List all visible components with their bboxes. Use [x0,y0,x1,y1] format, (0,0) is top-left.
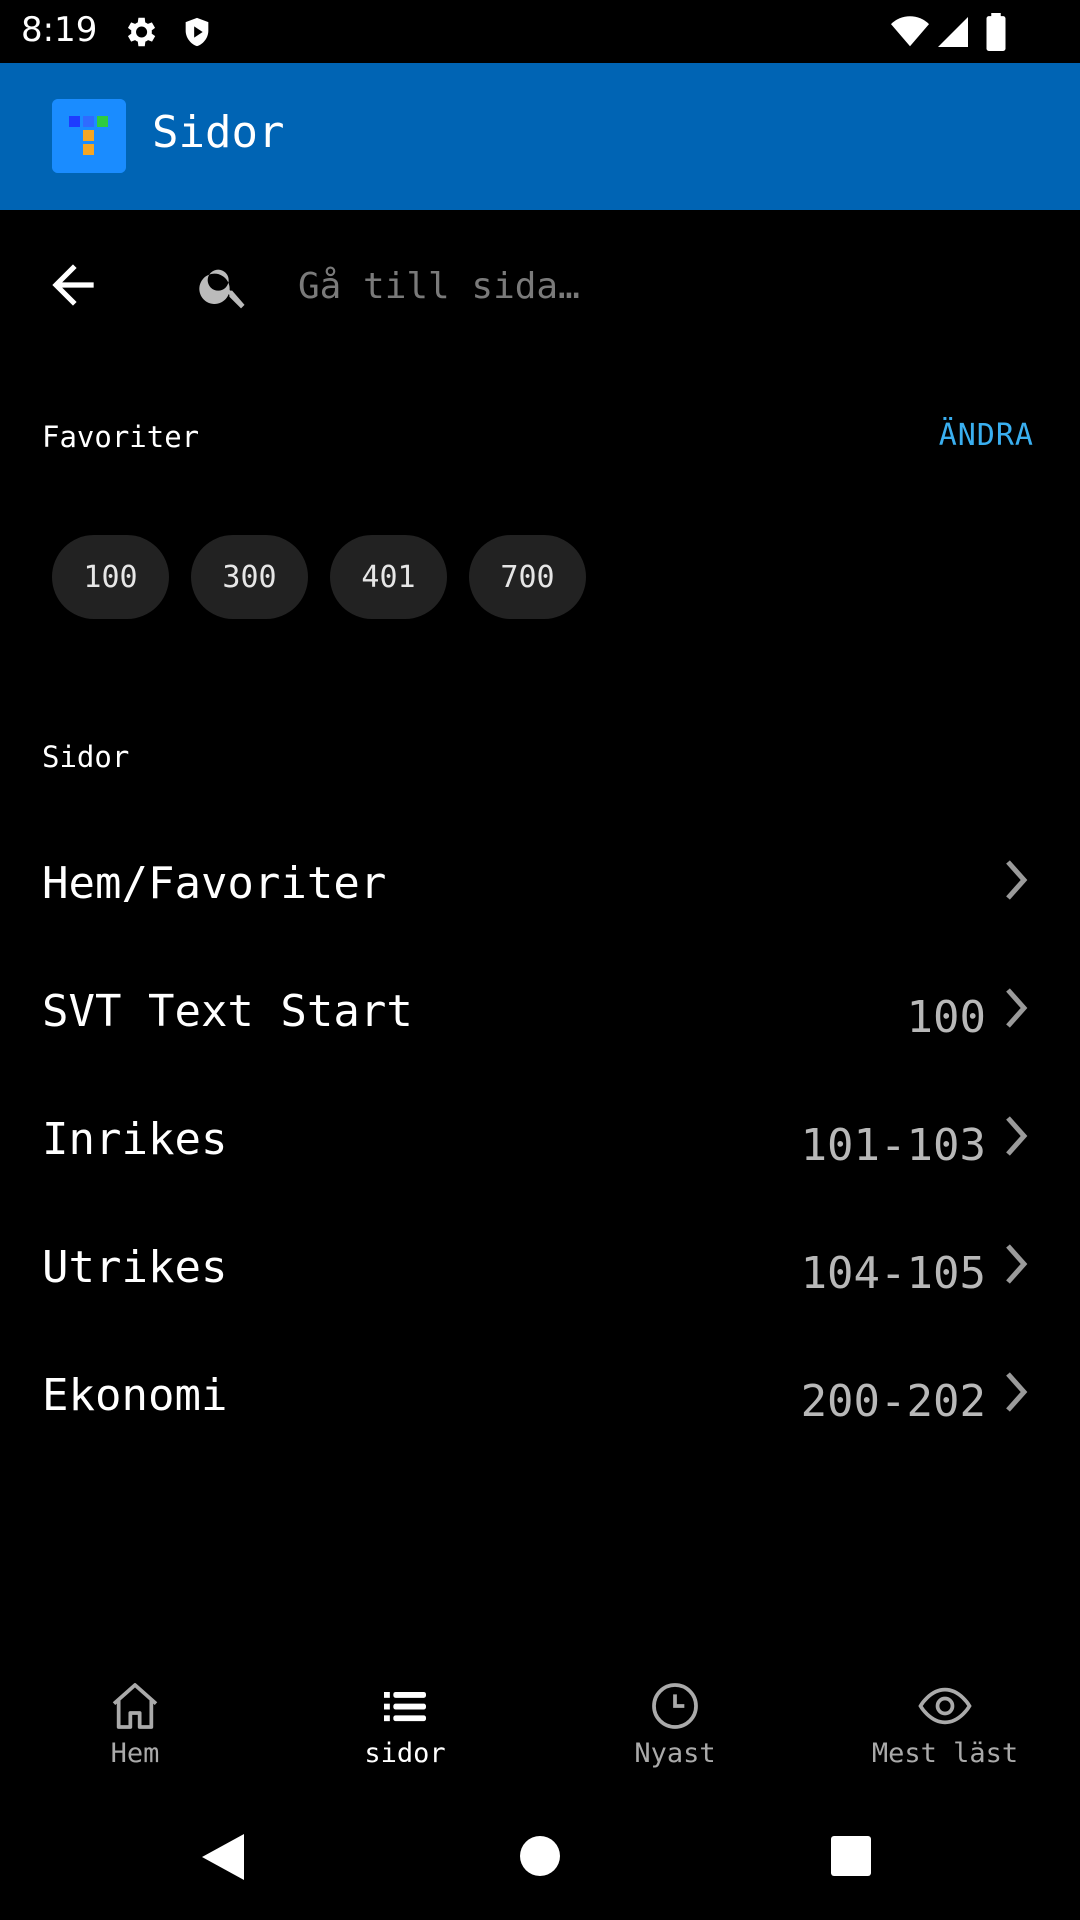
search-bar [0,230,1080,340]
signal-icon [938,17,968,47]
list-item-label: Utrikes [42,1242,228,1293]
page-title: Sidor [152,107,285,158]
app-bar: Sidor [0,63,1080,210]
wifi-icon [891,16,929,47]
chevron-right-icon [1006,1116,1028,1156]
bottom-nav: Hem sidor Nyast Mest läst [0,1660,1080,1790]
list-item[interactable]: Ekonomi 200-202 [0,1330,1080,1458]
list-item-range: 200-202 [800,1376,986,1427]
favorite-chip[interactable]: 700 [469,535,586,619]
favorites-heading: Favoriter [42,420,200,454]
list-item-range: 101-103 [800,1120,986,1171]
nav-item-home[interactable]: Hem [0,1660,270,1790]
status-time: 8:19 [21,10,98,50]
favorites-chips: 100 300 401 700 [52,535,586,619]
list-item-range: 104-105 [800,1248,986,1299]
list-item[interactable]: SVT Text Start 100 [0,946,1080,1074]
edit-favorites-button[interactable]: ÄNDRA [939,418,1034,453]
favorite-chip[interactable]: 401 [330,535,447,619]
list-item[interactable]: Inrikes 101-103 [0,1074,1080,1202]
shield-icon [185,17,209,47]
system-nav-bar [0,1800,1080,1920]
search-input[interactable] [298,258,998,314]
status-bar: 8:19 [0,0,1080,63]
system-recents-icon[interactable] [830,1835,872,1877]
battery-icon [986,13,1006,51]
list-item-label: SVT Text Start [42,986,413,1037]
nav-label: Mest läst [871,1738,1019,1769]
nav-label: sidor [364,1738,446,1769]
app-logo [52,99,126,173]
eye-icon [918,1687,972,1725]
clock-icon [652,1683,698,1729]
gear-icon [127,17,156,47]
nav-label: Hem [110,1738,160,1769]
list-item-label: Ekonomi [42,1370,228,1421]
pages-list: Hem/Favoriter SVT Text Start 100 Inrikes… [0,818,1080,1458]
list-item[interactable]: Utrikes 104-105 [0,1202,1080,1330]
nav-item-pages[interactable]: sidor [270,1660,540,1790]
list-item-label: Inrikes [42,1114,228,1165]
favorite-chip[interactable]: 100 [52,535,169,619]
list-icon [384,1692,426,1722]
nav-item-most-read[interactable]: Mest läst [810,1660,1080,1790]
chevron-right-icon [1006,1372,1028,1412]
search-icon [199,269,245,309]
chevron-right-icon [1006,860,1028,900]
favorite-chip[interactable]: 300 [191,535,308,619]
nav-label: Nyast [634,1738,716,1769]
back-arrow-icon[interactable] [42,254,104,316]
system-home-icon[interactable] [519,1835,561,1877]
list-item[interactable]: Hem/Favoriter [0,818,1080,946]
nav-item-latest[interactable]: Nyast [540,1660,810,1790]
chevron-right-icon [1006,988,1028,1028]
list-item-range: 100 [906,992,986,1043]
list-item-label: Hem/Favoriter [42,858,387,909]
pages-heading: Sidor [42,740,130,774]
chevron-right-icon [1006,1244,1028,1284]
home-icon [112,1683,158,1729]
system-back-icon[interactable] [200,1832,246,1882]
